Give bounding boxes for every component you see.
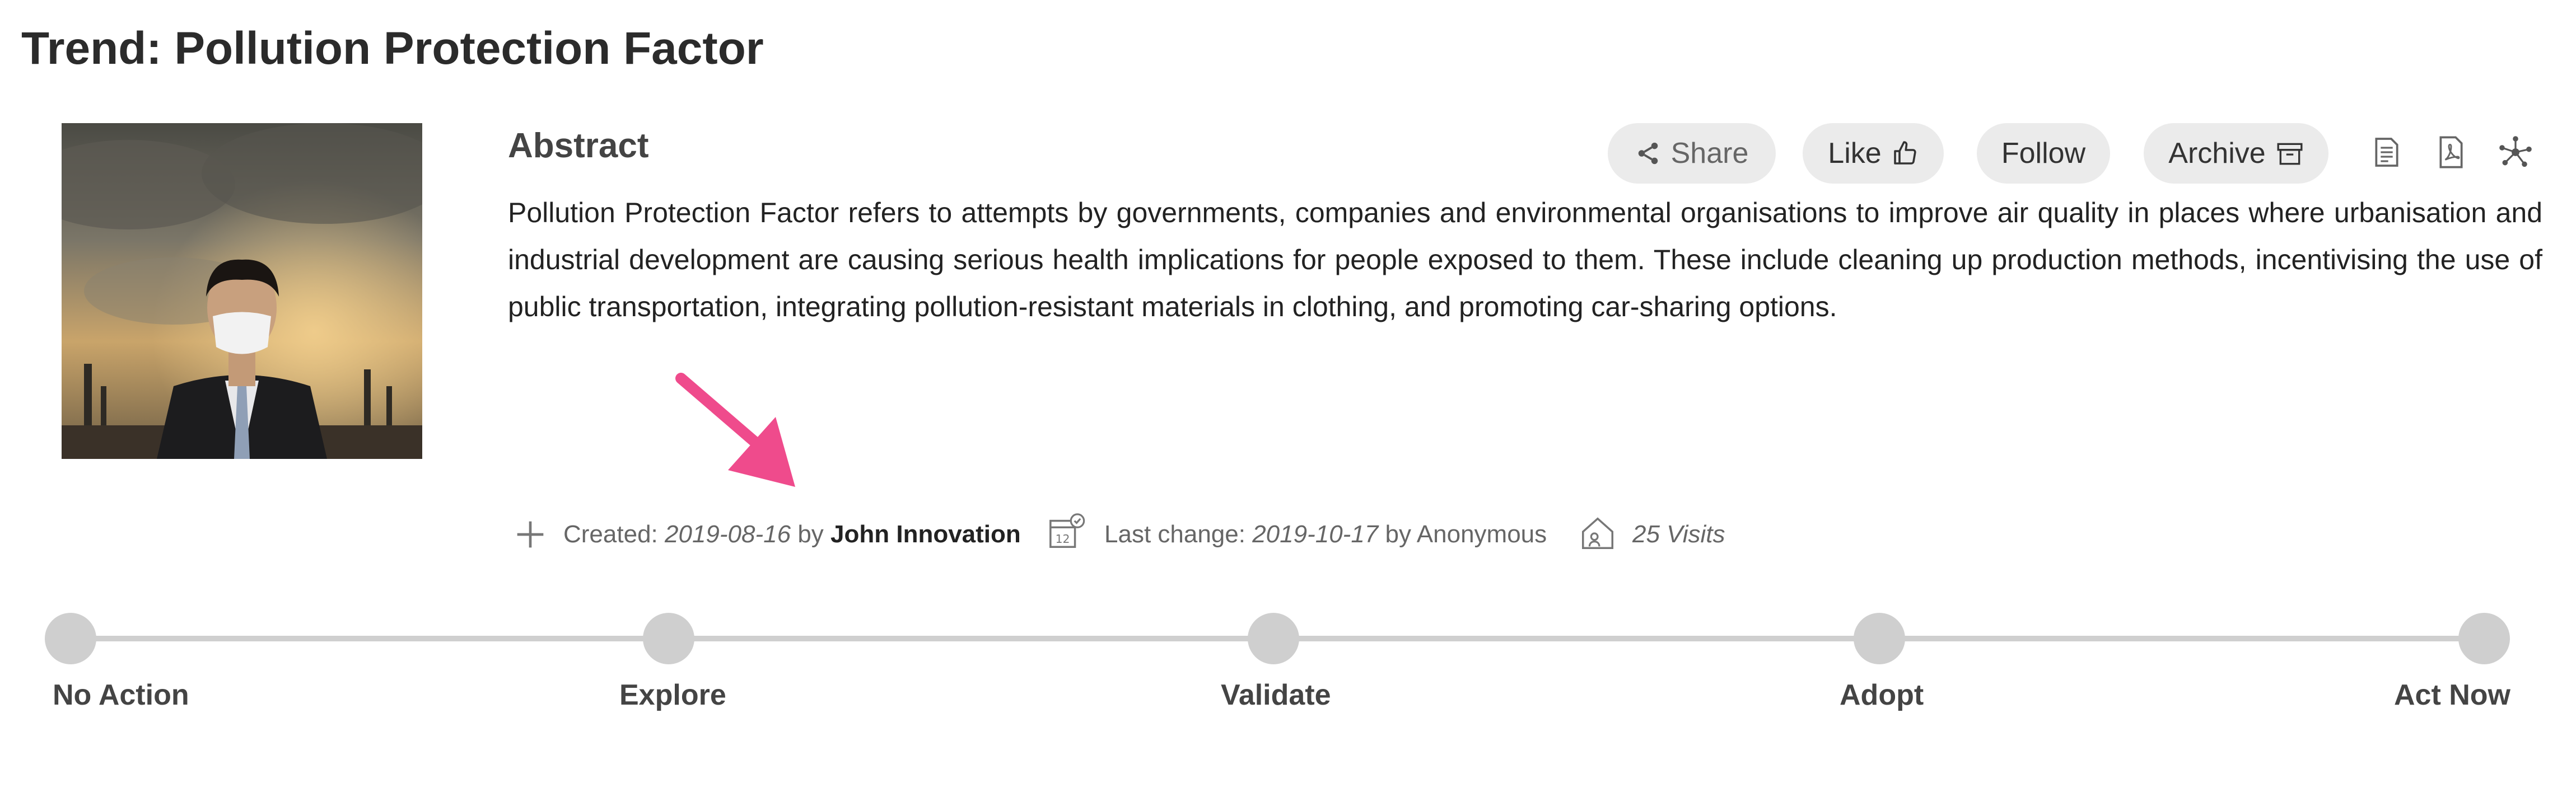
add-icon[interactable]: [511, 515, 550, 554]
archive-box-icon: [2277, 143, 2303, 165]
created-label: Created:: [563, 520, 658, 548]
trend-image: [62, 123, 422, 459]
stage-label-explore[interactable]: Explore: [619, 678, 726, 712]
stage-knob-adopt[interactable]: [1854, 613, 1905, 664]
abstract-text: Pollution Protection Factor refers to at…: [508, 197, 2542, 322]
visits-icon: [1578, 514, 1617, 553]
svg-text:12: 12: [1056, 532, 1070, 546]
last-change-author: by Anonymous: [1385, 520, 1547, 548]
network-icon[interactable]: [2498, 134, 2533, 170]
stage-knob-act-now[interactable]: [2458, 613, 2510, 664]
abstract-heading: Abstract: [508, 126, 649, 165]
annotation-arrow: [661, 364, 818, 498]
thumbs-up-icon: [1893, 141, 1916, 165]
document-icon[interactable]: [2369, 134, 2405, 170]
stage-knob-explore[interactable]: [643, 613, 694, 664]
like-button[interactable]: Like: [1803, 123, 1944, 184]
created-info: Created: 2019-08-16 by John Innovation: [563, 520, 1021, 548]
visits-count: 25 Visits: [1632, 520, 1725, 548]
last-change-info: Last change: 2019-10-17 by Anonymous: [1104, 520, 1547, 548]
stage-label-validate[interactable]: Validate: [1221, 678, 1331, 712]
pdf-icon[interactable]: [2433, 134, 2469, 170]
page-title: Trend: Pollution Protection Factor: [21, 23, 764, 74]
stage-label-adopt[interactable]: Adopt: [1840, 678, 1924, 712]
stage-knob-validate[interactable]: [1248, 613, 1299, 664]
created-by-label: by: [797, 520, 824, 548]
last-change-label: Last change:: [1104, 520, 1245, 548]
archive-button[interactable]: Archive: [2144, 123, 2328, 184]
last-change-date: 2019-10-17: [1252, 520, 1379, 548]
share-label: Share: [1670, 137, 1749, 170]
follow-label: Follow: [2001, 137, 2086, 170]
stage-knob-no-action[interactable]: [45, 613, 96, 664]
created-date: 2019-08-16: [665, 520, 791, 548]
created-by-author[interactable]: John Innovation: [830, 520, 1021, 548]
share-button[interactable]: Share: [1608, 123, 1776, 184]
stage-label-no-action[interactable]: No Action: [53, 678, 189, 712]
like-label: Like: [1828, 137, 1882, 170]
archive-label: Archive: [2168, 137, 2266, 170]
follow-button[interactable]: Follow: [1977, 123, 2110, 184]
stage-label-act-now[interactable]: Act Now: [2394, 678, 2510, 712]
calendar-icon: 12: [1047, 512, 1086, 552]
share-icon: [1638, 142, 1658, 165]
